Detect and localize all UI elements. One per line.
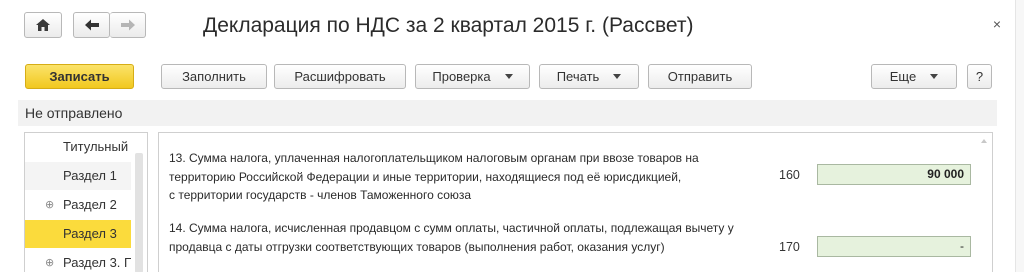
command-bar: Записать Заполнить Расшифровать Проверка… <box>0 64 1024 92</box>
line-code-160: 160 <box>779 168 800 182</box>
arrow-right-icon <box>120 19 135 31</box>
sidebar-item-section-3-appendix[interactable]: ⊕ Раздел 3. П <box>25 249 131 272</box>
send-button[interactable]: Отправить <box>648 64 752 89</box>
chevron-down-icon <box>504 74 513 79</box>
window-title: Декларация по НДС за 2 квартал 2015 г. (… <box>203 14 694 37</box>
chevron-down-icon <box>613 74 622 79</box>
sidebar-item-section-3[interactable]: Раздел 3 <box>25 220 131 248</box>
home-icon <box>36 19 50 31</box>
chevron-down-icon <box>930 74 939 79</box>
help-icon: ? <box>975 69 984 84</box>
decode-button-label: Расшифровать <box>294 69 386 84</box>
window-titlebar: Декларация по НДС за 2 квартал 2015 г. (… <box>0 0 1024 56</box>
sidebar-item-label: Раздел 1 <box>63 168 117 183</box>
sidebar-scrollbar[interactable] <box>135 153 143 272</box>
sidebar-item-label: Раздел 3 <box>63 226 117 241</box>
status-bar: Не отправлено <box>18 100 997 126</box>
print-button-label: Печать <box>556 69 600 84</box>
value-field-170[interactable]: - <box>817 236 971 257</box>
arrow-left-icon <box>84 19 99 31</box>
print-dropdown-button[interactable]: Печать <box>539 64 639 89</box>
more-dropdown-button[interactable]: Еще <box>871 64 957 89</box>
save-button[interactable]: Записать <box>25 64 134 89</box>
window-right-edge <box>1015 0 1024 272</box>
sidebar-item-label: Титульный <box>63 139 129 154</box>
fill-button[interactable]: Заполнить <box>161 64 267 89</box>
section-content-panel: 13. Сумма налога, уплаченная налогоплате… <box>158 132 993 272</box>
description-line: с территории государств - членов Таможен… <box>169 188 472 202</box>
line-14-description: 14. Сумма налога, исчисленная продавцом … <box>169 219 734 256</box>
send-button-label: Отправить <box>667 69 733 84</box>
value-field-160[interactable]: 90 000 <box>817 164 971 185</box>
scroll-up-icon[interactable] <box>981 139 987 143</box>
sidebar-item-title-page[interactable]: Титульный <box>25 133 131 161</box>
description-line: 14. Сумма налога, исчисленная продавцом … <box>169 221 734 235</box>
more-button-label: Еще <box>889 69 917 84</box>
check-button-label: Проверка <box>432 69 491 84</box>
description-line: продавца с даты отгрузки соответствующих… <box>169 239 665 254</box>
help-button[interactable]: ? <box>967 64 992 89</box>
save-button-label: Записать <box>49 69 110 84</box>
sidebar-item-section-2[interactable]: ⊕ Раздел 2 <box>25 191 131 219</box>
decode-button[interactable]: Расшифровать <box>274 64 406 89</box>
expand-plus-icon[interactable]: ⊕ <box>45 249 54 272</box>
check-dropdown-button[interactable]: Проверка <box>415 64 530 89</box>
fill-button-label: Заполнить <box>182 69 246 84</box>
forward-button[interactable] <box>110 12 146 38</box>
sidebar-item-section-1[interactable]: Раздел 1 <box>25 162 131 190</box>
back-button[interactable] <box>73 12 110 38</box>
description-line: 13. Сумма налога, уплаченная налогоплате… <box>169 151 699 165</box>
close-icon[interactable]: × <box>990 16 1004 32</box>
home-button[interactable] <box>24 12 62 38</box>
expand-plus-icon[interactable]: ⊕ <box>45 191 54 219</box>
status-text: Не отправлено <box>25 105 123 121</box>
sidebar-item-label: Раздел 3. П <box>63 255 131 270</box>
line-code-170: 170 <box>779 240 800 254</box>
description-line: территорию Российской Федерации и иные т… <box>169 169 682 184</box>
line-13-description: 13. Сумма налога, уплаченная налогоплате… <box>169 149 699 205</box>
sidebar-item-label: Раздел 2 <box>63 197 117 212</box>
sections-sidebar: Титульный Раздел 1 ⊕ Раздел 2 Раздел 3 ⊕… <box>24 132 148 272</box>
